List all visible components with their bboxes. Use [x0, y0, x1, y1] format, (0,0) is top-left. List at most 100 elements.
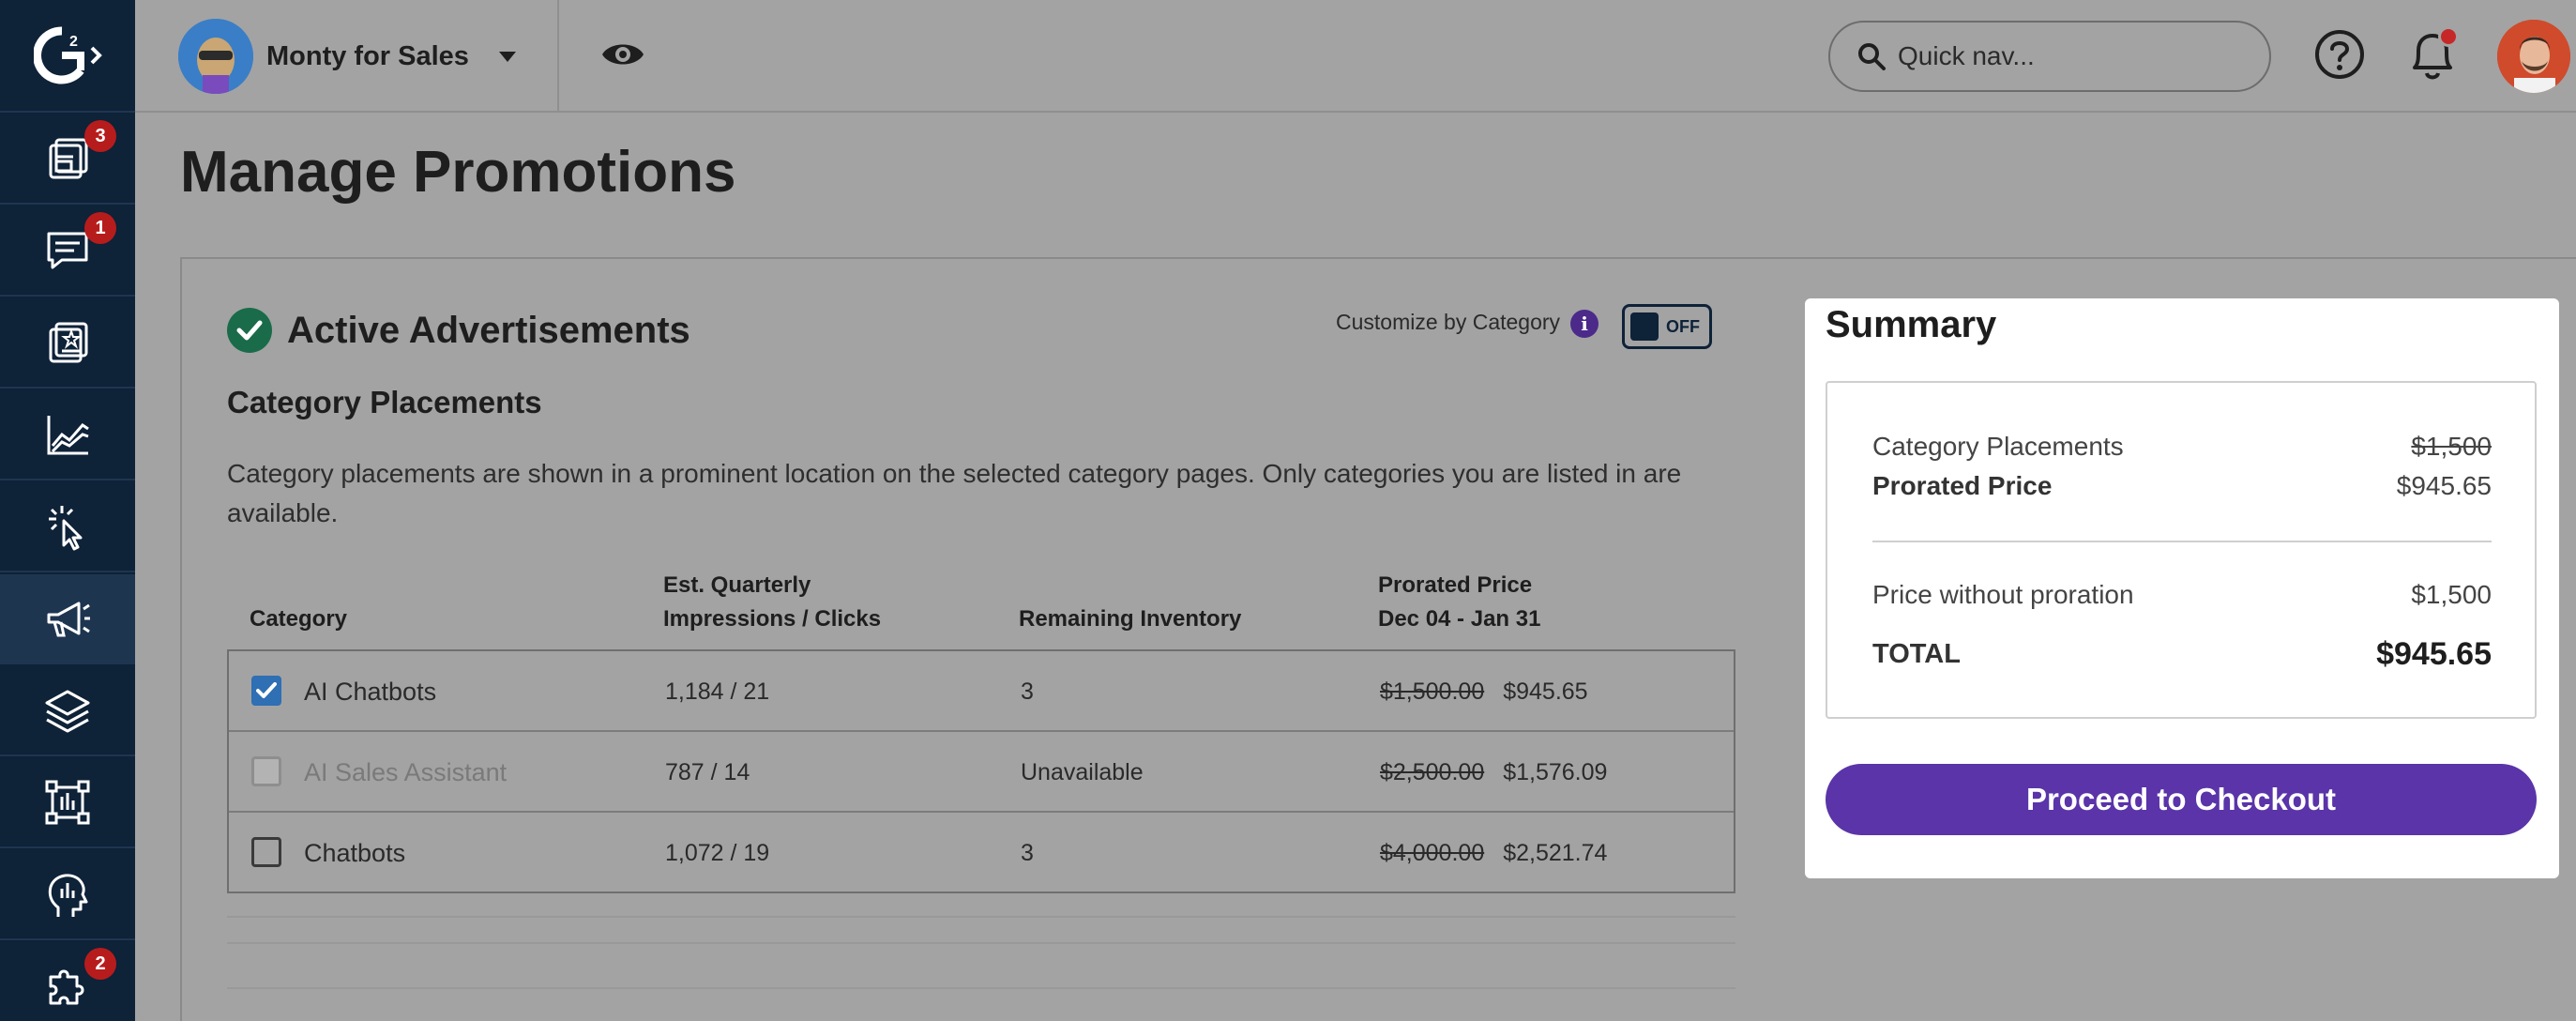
summary-line-original: $1,500: [2411, 432, 2492, 461]
summary-total-value: $945.65: [2376, 636, 2492, 672]
row-checkbox: [251, 756, 281, 786]
sidebar: 2 3 1 2: [0, 0, 135, 1021]
header-category: Category: [250, 606, 348, 632]
sidebar-item-integrations[interactable]: 2: [0, 942, 135, 1021]
topbar-divider: [557, 0, 559, 113]
summary-line-item: Category Placements $1,500: [1872, 432, 2492, 462]
sidebar-item-analytics[interactable]: [0, 390, 135, 480]
row-prorated-price: $1,576.09: [1503, 758, 1608, 785]
row-original-price: $1,500.00: [1380, 678, 1485, 705]
section-title: Active Advertisements: [287, 310, 690, 351]
row-inventory: 3: [1021, 839, 1034, 866]
row-original-price: $4,000.00: [1380, 839, 1485, 866]
summary-box: Category Placements $1,500 Prorated Pric…: [1826, 381, 2537, 719]
sidebar-item-chat[interactable]: 1: [0, 206, 135, 297]
row-price: $2,500.00 $1,576.09: [1380, 732, 1607, 813]
header-prorated-price-line1: Prorated Price: [1378, 572, 1533, 598]
summary-without-label: Price without proration: [1872, 580, 2134, 609]
analytics-icon: [47, 416, 89, 455]
header-remaining-inventory: Remaining Inventory: [1019, 606, 1242, 632]
row-inventory: Unavailable: [1021, 758, 1144, 785]
divider: [227, 942, 1735, 944]
divider: [227, 916, 1735, 918]
summary-title: Summary: [1826, 304, 1997, 345]
preview-button[interactable]: [600, 36, 645, 78]
sidebar-item-frame[interactable]: [0, 758, 135, 848]
row-impressions: 1,184 / 21: [665, 678, 770, 705]
integrations-badge: 2: [84, 948, 116, 980]
help-icon: [2315, 30, 2364, 79]
category-placements-description: Category placements are shown in a promi…: [227, 459, 1682, 527]
row-original-price: $2,500.00: [1380, 758, 1485, 785]
search-input[interactable]: [1898, 41, 2254, 71]
chat-badge: 1: [84, 212, 116, 244]
checkmark-icon: [256, 682, 277, 698]
layers-icon: [45, 690, 90, 733]
category-placements-title: Category Placements: [227, 385, 542, 419]
summary-without-value: $1,500: [2411, 580, 2492, 609]
account-name: Monty for Sales: [266, 40, 469, 71]
row-category-name: AI Chatbots: [304, 677, 437, 706]
customize-by-category-label: Customize by Category: [1336, 310, 1561, 334]
insights-icon: [48, 874, 88, 917]
sidebar-item-layers[interactable]: [0, 666, 135, 756]
summary-without-proration: Price without proration $1,500: [1872, 580, 2492, 610]
row-price: $4,000.00 $2,521.74: [1380, 813, 1607, 893]
row-checkbox[interactable]: [251, 676, 281, 706]
row-checkbox[interactable]: [251, 837, 281, 867]
proceed-to-checkout-button[interactable]: Proceed to Checkout: [1826, 764, 2537, 835]
user-avatar[interactable]: [2497, 20, 2570, 93]
info-icon[interactable]: i: [1570, 310, 1599, 338]
row-prorated-price: $945.65: [1503, 678, 1588, 705]
sidebar-item-reviews[interactable]: 3: [0, 114, 135, 205]
user-photo-icon: [2497, 20, 2570, 93]
row-category-name: AI Sales Assistant: [304, 757, 508, 786]
monty-mascot-icon: [178, 19, 253, 94]
summary-line-label: Category Placements: [1872, 432, 2124, 461]
search-icon: [1858, 43, 1886, 70]
sidebar-item-promotions[interactable]: [0, 574, 135, 664]
help-button[interactable]: [2313, 28, 2366, 85]
divider: [227, 987, 1735, 989]
top-bar: Monty for Sales: [135, 0, 2576, 113]
account-switcher[interactable]: Monty for Sales: [178, 17, 516, 96]
row-prorated-price: $2,521.74: [1503, 839, 1608, 866]
megaphone-icon: [47, 602, 90, 637]
row-impressions: 1,072 / 19: [665, 839, 770, 866]
g2-logo-icon: 2: [34, 26, 102, 84]
row-price: $1,500.00 $945.65: [1380, 651, 1588, 732]
account-avatar: [178, 19, 253, 94]
table-row[interactable]: Chatbots 1,072 / 19 3 $4,000.00 $2,521.7…: [229, 813, 1734, 893]
row-category-name: Chatbots: [304, 838, 406, 867]
sidebar-item-buyer-intent[interactable]: [0, 482, 135, 572]
svg-text:2: 2: [69, 34, 78, 50]
quick-nav-search[interactable]: [1828, 21, 2271, 92]
table-row[interactable]: AI Chatbots 1,184 / 21 3 $1,500.00 $945.…: [229, 651, 1734, 732]
g2-logo[interactable]: 2: [0, 0, 135, 113]
row-impressions: 787 / 14: [665, 758, 750, 785]
row-inventory: 3: [1021, 678, 1034, 705]
summary-prorated-label: Prorated Price: [1872, 471, 2053, 500]
profile-icon: [49, 322, 88, 363]
summary-panel: Summary Category Placements $1,500 Prora…: [1805, 298, 2559, 878]
buyer-intent-icon: [49, 506, 83, 551]
header-impressions-line1: Est. Quarterly: [663, 572, 811, 598]
summary-prorated-value: $945.65: [2396, 471, 2492, 500]
toggle-state-label: OFF: [1666, 316, 1700, 336]
notification-dot: [2438, 26, 2459, 47]
summary-total-label: TOTAL: [1872, 639, 1961, 669]
sidebar-item-insights[interactable]: [0, 850, 135, 940]
summary-divider: [1872, 541, 2492, 542]
summary-total: TOTAL $945.65: [1872, 636, 2492, 673]
category-placements-table: AI Chatbots 1,184 / 21 3 $1,500.00 $945.…: [227, 649, 1735, 893]
header-prorated-price-line2: Dec 04 - Jan 31: [1378, 606, 1541, 632]
summary-prorated: Prorated Price $945.65: [1872, 471, 2492, 501]
toggle-knob: [1630, 312, 1659, 341]
customize-by-category-toggle[interactable]: OFF: [1622, 304, 1712, 349]
header-impressions-line2: Impressions / Clicks: [663, 606, 882, 632]
sidebar-item-profile[interactable]: [0, 298, 135, 389]
chevron-down-icon[interactable]: [498, 51, 516, 62]
table-row: AI Sales Assistant 787 / 14 Unavailable …: [229, 732, 1734, 813]
frame-icon: [45, 780, 90, 825]
page-title: Manage Promotions: [180, 140, 736, 205]
